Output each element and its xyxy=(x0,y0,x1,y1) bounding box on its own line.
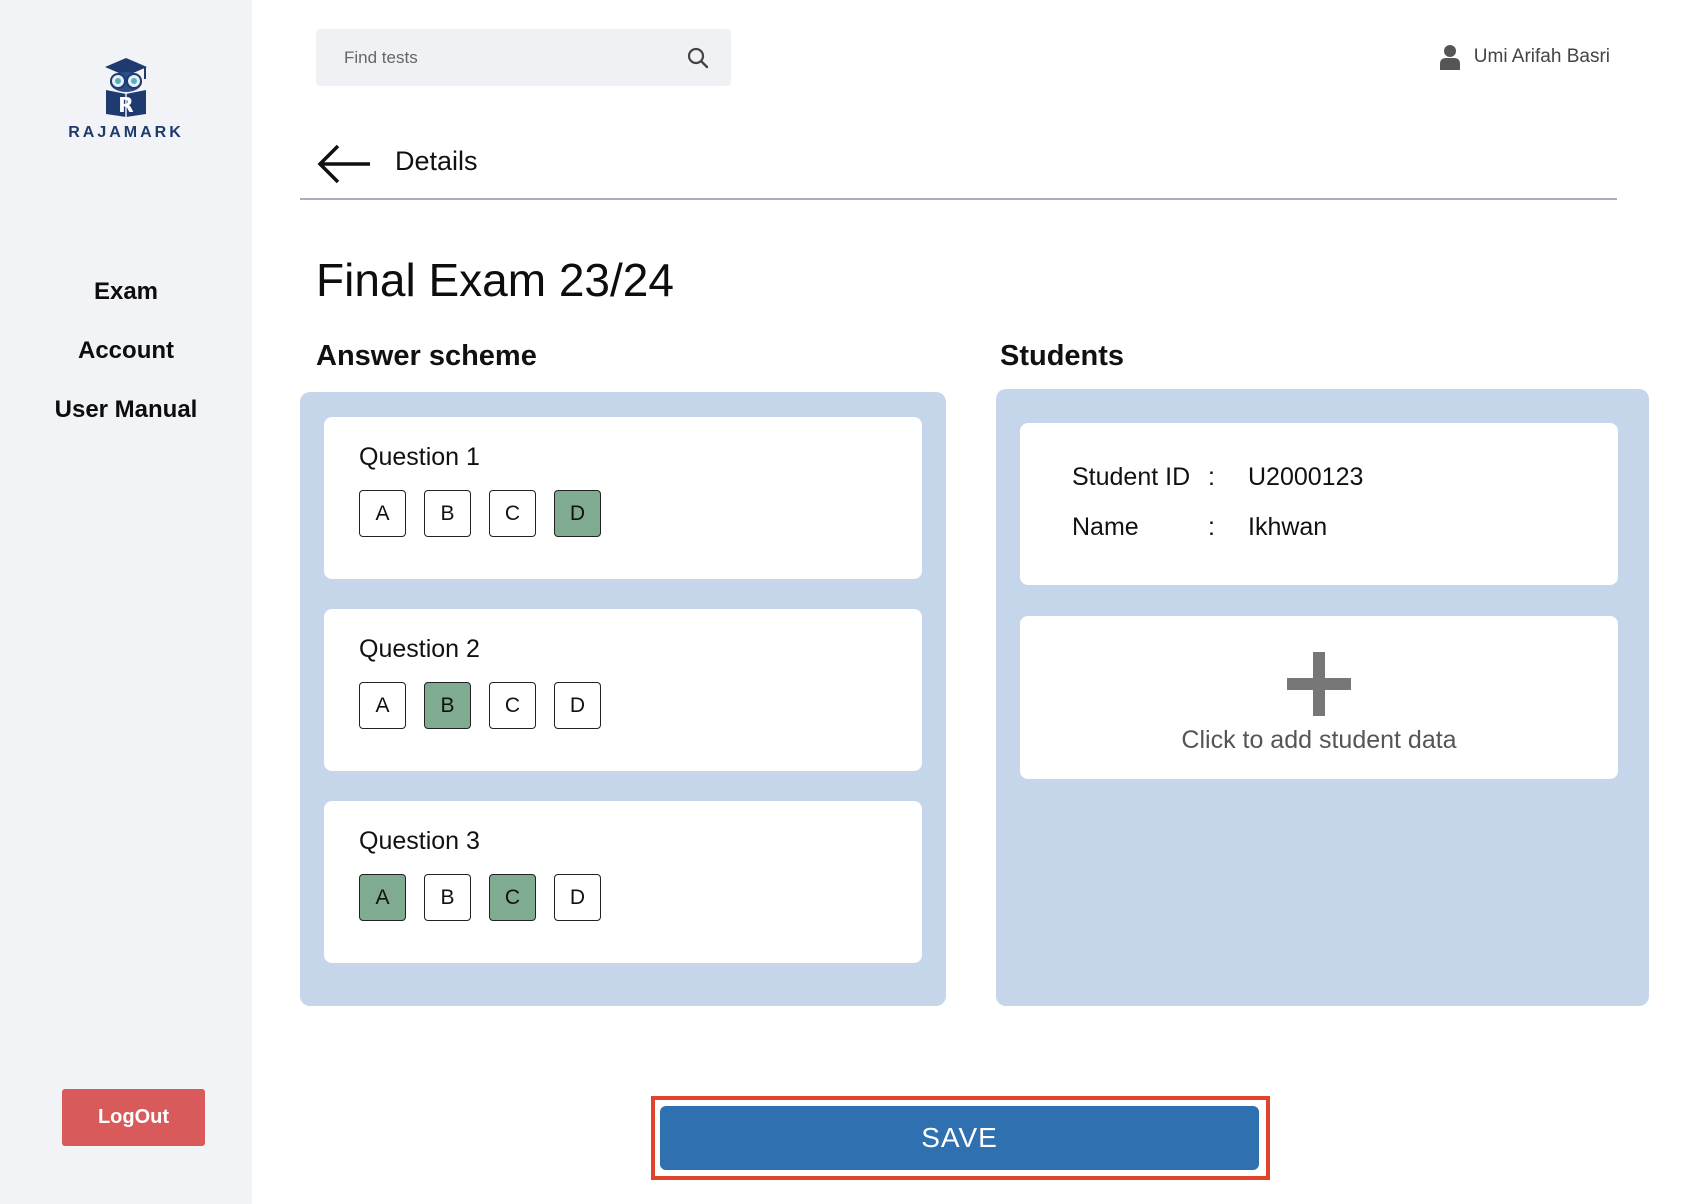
add-student-label: Click to add student data xyxy=(1181,726,1457,754)
details-header: Details xyxy=(300,132,1617,200)
search-bar[interactable]: Find tests xyxy=(316,29,731,86)
student-card[interactable]: Student ID : U2000123 Name : Ikhwan xyxy=(1020,423,1618,585)
student-id-value: U2000123 xyxy=(1248,463,1364,491)
add-student-card[interactable]: Click to add student data xyxy=(1020,616,1618,779)
option-c[interactable]: C xyxy=(489,874,536,921)
option-b[interactable]: B xyxy=(424,682,471,729)
student-name-row: Name : Ikhwan xyxy=(1072,513,1327,542)
option-d[interactable]: D xyxy=(554,490,601,537)
logout-button[interactable]: LogOut xyxy=(62,1089,205,1146)
logo: R RAJAMARK xyxy=(0,56,252,142)
students-panel: Student ID : U2000123 Name : Ikhwan Clic… xyxy=(996,389,1649,1006)
option-group: A B C D xyxy=(359,682,601,729)
question-label: Question 1 xyxy=(359,443,480,471)
separator: : xyxy=(1208,513,1215,541)
option-d[interactable]: D xyxy=(554,874,601,921)
search-input[interactable]: Find tests xyxy=(344,48,687,68)
students-title: Students xyxy=(1000,340,1125,372)
option-c[interactable]: C xyxy=(489,490,536,537)
sidebar: R RAJAMARK Exam Account User Manual LogO… xyxy=(0,0,252,1204)
option-b[interactable]: B xyxy=(424,874,471,921)
student-id-label: Student ID xyxy=(1072,463,1191,491)
option-c[interactable]: C xyxy=(489,682,536,729)
question-card: Question 3 A B C D xyxy=(324,801,922,963)
student-name-value: Ikhwan xyxy=(1248,513,1328,541)
header-title: Details xyxy=(395,146,478,176)
option-a[interactable]: A xyxy=(359,874,406,921)
page-title: Final Exam 23/24 xyxy=(316,254,674,306)
sidebar-item-account[interactable]: Account xyxy=(0,335,252,394)
sidebar-nav: Exam Account User Manual xyxy=(0,276,252,453)
question-label: Question 2 xyxy=(359,635,480,663)
user-name: Umi Arifah Basri xyxy=(1473,46,1610,67)
option-group: A B C D xyxy=(359,490,601,537)
option-d[interactable]: D xyxy=(554,682,601,729)
answer-scheme-title: Answer scheme xyxy=(316,340,537,372)
option-group: A B C D xyxy=(359,874,601,921)
svg-text:R: R xyxy=(118,93,133,117)
sidebar-item-exam[interactable]: Exam xyxy=(0,276,252,335)
separator: : xyxy=(1208,463,1215,491)
option-a[interactable]: A xyxy=(359,490,406,537)
student-name-label: Name xyxy=(1072,513,1139,541)
plus-icon xyxy=(1287,652,1351,716)
owl-book-logo-icon: R xyxy=(105,58,147,117)
option-a[interactable]: A xyxy=(359,682,406,729)
question-card: Question 2 A B C D xyxy=(324,609,922,771)
question-card: Question 1 A B C D xyxy=(324,417,922,579)
save-button[interactable]: SAVE xyxy=(660,1106,1259,1170)
arrow-left-icon[interactable] xyxy=(316,142,372,186)
answer-scheme-panel: Question 1 A B C D Question 2 A B C D Qu… xyxy=(300,392,946,1006)
user-icon xyxy=(1439,45,1460,70)
user-profile[interactable]: Umi Arifah Basri xyxy=(1439,44,1610,70)
option-b[interactable]: B xyxy=(424,490,471,537)
sidebar-item-user-manual[interactable]: User Manual xyxy=(0,394,252,453)
student-id-row: Student ID : U2000123 xyxy=(1072,463,1363,492)
brand-name: RAJAMARK xyxy=(68,124,184,141)
search-icon[interactable] xyxy=(687,47,709,69)
question-label: Question 3 xyxy=(359,827,480,855)
